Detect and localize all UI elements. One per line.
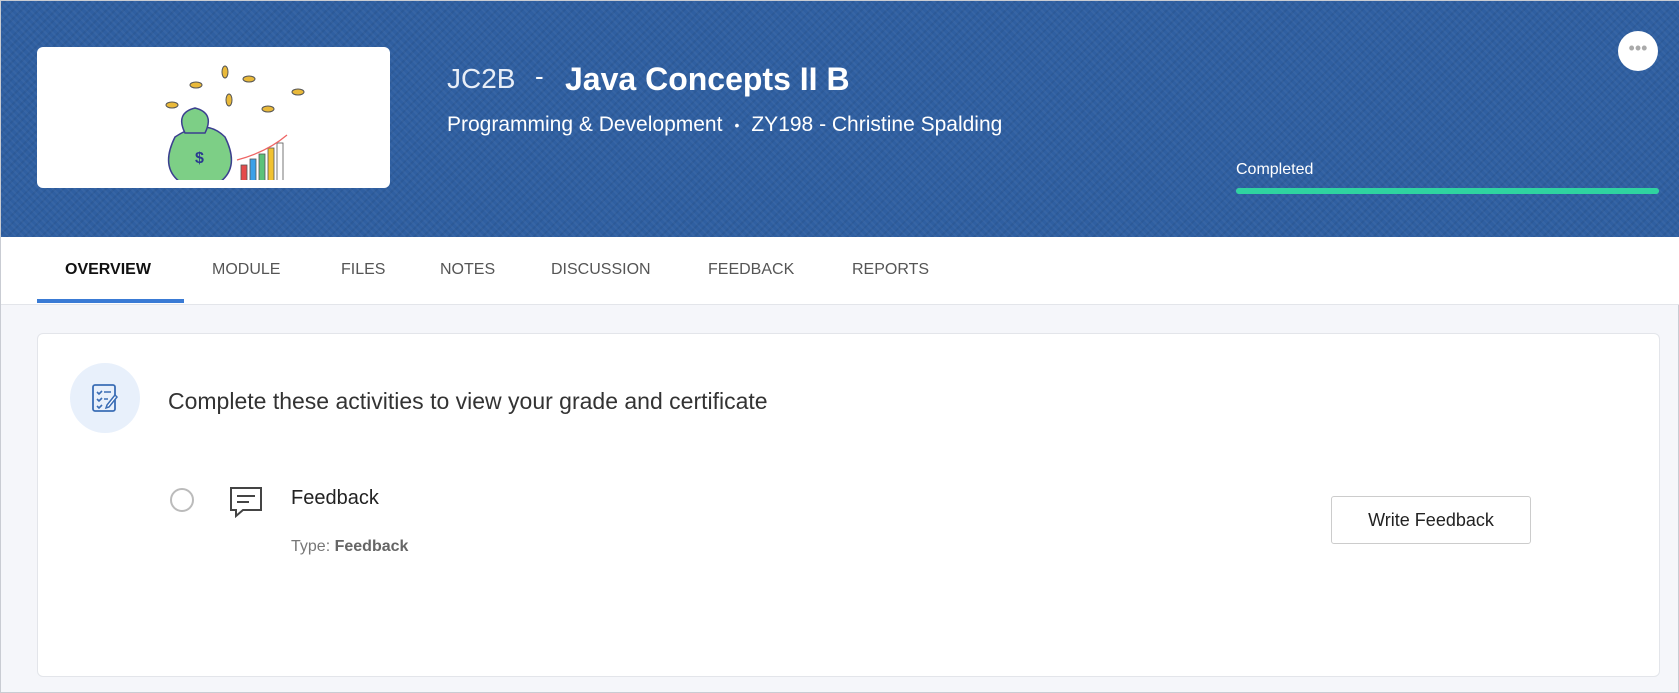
course-category: Programming & Development <box>447 113 723 136</box>
svg-text:$: $ <box>195 150 204 167</box>
activity-completion-radio[interactable] <box>170 488 194 512</box>
tab-notes[interactable]: NOTES <box>440 261 495 279</box>
activities-heading: Complete these activities to view your g… <box>168 388 768 414</box>
tab-bar: OVERVIEW MODULE FILES NOTES DISCUSSION F… <box>1 237 1679 305</box>
tab-module[interactable]: MODULE <box>212 261 280 279</box>
progress-fill <box>1236 188 1659 194</box>
active-tab-indicator <box>37 299 184 303</box>
activities-card: Complete these activities to view your g… <box>37 333 1660 677</box>
course-title: Java Concepts II B <box>565 61 850 97</box>
progress-bar <box>1236 188 1659 194</box>
activity-name[interactable]: Feedback <box>291 487 379 510</box>
title-separator: - <box>535 61 544 91</box>
course-instructor: ZY198 - Christine Spalding <box>751 113 1003 136</box>
checklist-icon <box>70 363 140 433</box>
course-thumbnail: $ <box>37 47 390 188</box>
chat-feedback-icon <box>230 487 262 518</box>
course-code: JC2B <box>447 63 516 94</box>
tab-reports[interactable]: REPORTS <box>852 261 929 279</box>
write-feedback-button[interactable]: Write Feedback <box>1331 496 1531 544</box>
completion-status: Completed <box>1236 161 1314 178</box>
activity-type: Type: Feedback <box>291 538 408 556</box>
course-subtitle: Programming & Development • ZY198 - Chri… <box>447 113 1002 137</box>
tab-feedback[interactable]: FEEDBACK <box>708 261 794 279</box>
tab-files[interactable]: FILES <box>341 261 385 279</box>
course-header: $ JC2B - Java Concepts II B Programming … <box>1 1 1679 237</box>
money-growth-illustration: $ <box>165 65 305 180</box>
tab-overview[interactable]: OVERVIEW <box>65 261 151 279</box>
activity-type-label: Type: <box>291 538 331 555</box>
more-options-button[interactable]: ••• <box>1618 31 1658 71</box>
bullet-separator: • <box>734 117 740 133</box>
tab-discussion[interactable]: DISCUSSION <box>551 261 651 279</box>
activity-type-value: Feedback <box>334 538 409 555</box>
